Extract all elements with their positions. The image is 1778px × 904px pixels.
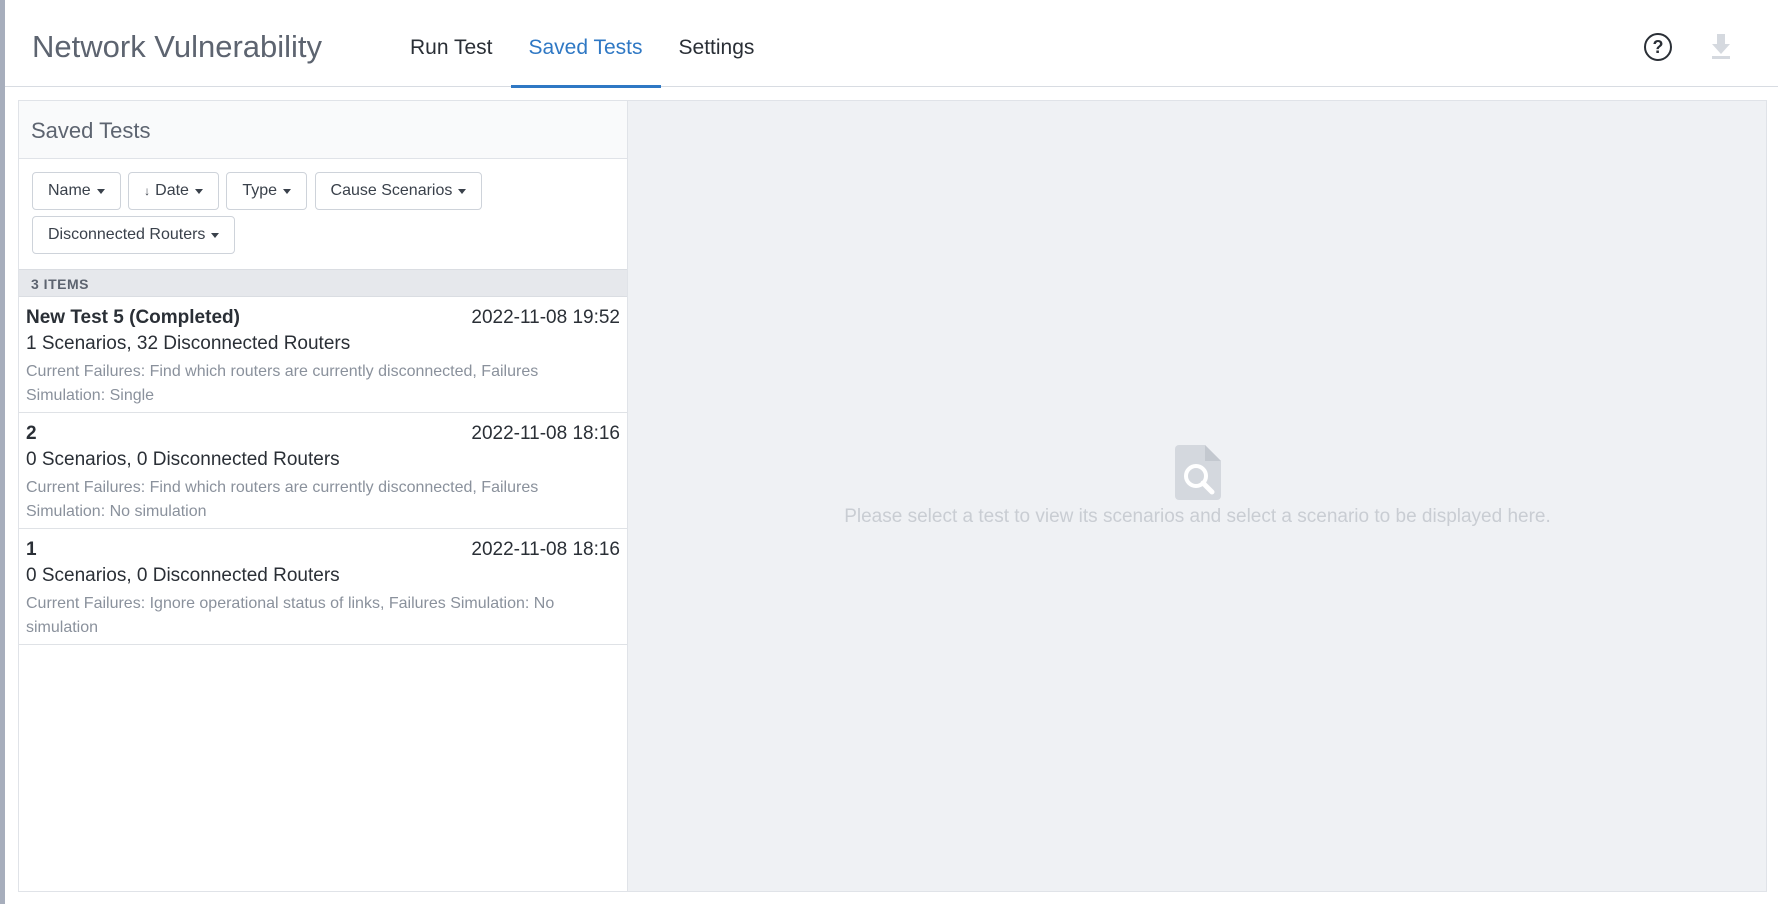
saved-tests-pane: Saved Tests Name ↓ Date Type Cause Scena… — [19, 101, 628, 891]
tab-run-test[interactable]: Run Test — [392, 0, 511, 87]
test-summary: 0 Scenarios, 0 Disconnected Routers — [26, 565, 340, 586]
filter-date-button[interactable]: ↓ Date — [128, 172, 219, 210]
test-description: Current Failures: Find which routers are… — [26, 479, 539, 520]
filter-type-button[interactable]: Type — [226, 172, 308, 210]
pane-title: Saved Tests — [19, 101, 627, 159]
main-panel: Saved Tests Name ↓ Date Type Cause Scena… — [18, 100, 1767, 892]
filter-cause-scenarios-button[interactable]: Cause Scenarios — [314, 172, 483, 210]
caret-down-icon — [194, 188, 203, 194]
tab-saved-tests[interactable]: Saved Tests — [510, 0, 661, 88]
test-description: Current Failures: Ignore operational sta… — [26, 595, 555, 636]
test-date: 2022-11-08 18:16 — [471, 539, 620, 560]
test-date: 2022-11-08 18:16 — [471, 423, 620, 444]
tab-bar: Run Test Saved Tests Settings — [392, 0, 773, 88]
filter-label: Disconnected Routers — [48, 226, 206, 243]
app-header: Network Vulnerability Run Test Saved Tes… — [5, 0, 1778, 88]
caret-down-icon — [283, 188, 292, 194]
list-item[interactable]: 2 2022-11-08 18:16 0 Scenarios, 0 Discon… — [19, 413, 627, 529]
help-icon[interactable]: ? — [1644, 33, 1672, 61]
test-summary: 0 Scenarios, 0 Disconnected Routers — [26, 449, 340, 470]
sort-descending-icon: ↓ — [144, 184, 151, 198]
caret-down-icon — [211, 232, 220, 238]
list-item[interactable]: 1 2022-11-08 18:16 0 Scenarios, 0 Discon… — [19, 529, 627, 645]
list-item[interactable]: New Test 5 (Completed) 2022-11-08 19:52 … — [19, 297, 627, 413]
window-edge — [0, 0, 5, 904]
tab-settings[interactable]: Settings — [661, 0, 773, 87]
filter-label: Name — [48, 182, 91, 199]
caret-down-icon — [96, 188, 105, 194]
test-summary: 1 Scenarios, 32 Disconnected Routers — [26, 333, 351, 354]
filter-label: Cause Scenarios — [330, 182, 453, 199]
filter-label: Date — [155, 182, 189, 199]
test-date: 2022-11-08 19:52 — [471, 307, 620, 328]
filter-disconnected-routers-button[interactable]: Disconnected Routers — [32, 216, 236, 254]
app-title: Network Vulnerability — [32, 29, 323, 64]
detail-empty-state: Please select a test to view its scenari… — [629, 101, 1766, 891]
filter-label: Type — [242, 182, 278, 199]
filter-bar: Name ↓ Date Type Cause Scenarios Disconn… — [19, 159, 627, 269]
document-search-icon — [1174, 444, 1221, 500]
filter-name-button[interactable]: Name — [32, 172, 121, 210]
download-icon[interactable] — [1709, 32, 1733, 60]
test-description: Current Failures: Find which routers are… — [26, 363, 539, 404]
caret-down-icon — [458, 188, 467, 194]
empty-message: Please select a test to view its scenari… — [844, 505, 1551, 527]
item-count: 3 ITEMS — [19, 269, 627, 297]
